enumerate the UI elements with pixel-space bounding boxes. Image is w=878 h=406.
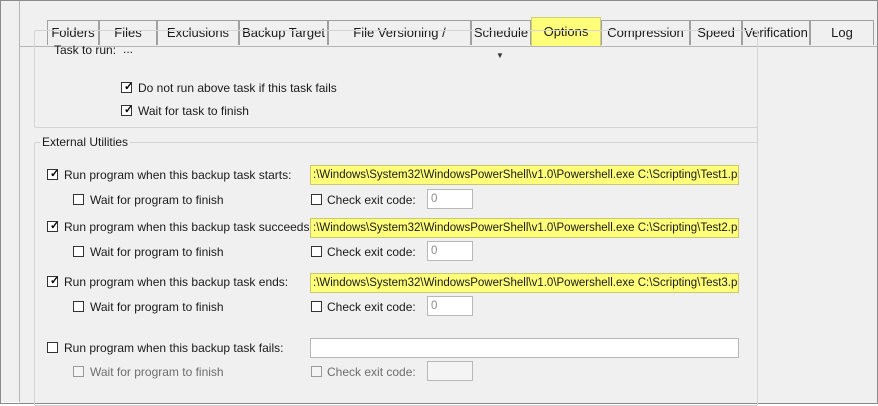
task-to-run-value[interactable]: ... [123,42,133,56]
run-on-success-label: Run program when this backup task succee… [64,220,313,234]
dont-run-above-label: Do not run above task if this task fails [138,81,337,95]
run-on-end-command-input[interactable]: :\Windows\System32\WindowsPowerShell\v1.… [310,273,739,293]
exit-code-on-fail-input[interactable] [427,361,473,381]
run-on-fail-command-input[interactable] [310,338,739,358]
run-on-start-checkbox[interactable]: ✓ [47,168,60,180]
run-on-fail-label: Run program when this backup task fails: [64,341,284,355]
exit-code-on-start-input[interactable]: 0 [427,189,473,209]
run-on-end-label: Run program when this backup task ends: [64,275,289,289]
exit-code-on-end-input[interactable]: 0 [427,296,473,316]
left-gutter [1,1,19,402]
exit-code-on-success-input[interactable]: 0 [427,241,473,261]
wait-for-task-checkbox[interactable]: ✓ [121,104,134,116]
run-on-success-command-input[interactable]: :\Windows\System32\WindowsPowerShell\v1.… [310,218,739,238]
checkmark-icon: ✓ [50,275,60,287]
wait-on-end-label: Wait for program to finish [90,300,224,314]
run-on-fail-checkbox[interactable] [47,342,58,353]
exit-code-on-start-checkbox[interactable] [311,194,322,205]
wait-on-fail-checkbox[interactable] [73,366,84,377]
checkmark-icon: ✓ [124,104,134,116]
run-on-success-checkbox[interactable]: ✓ [47,220,60,232]
checkmark-icon: ✓ [124,81,134,93]
exit-code-on-fail-label: Check exit code: [327,365,416,379]
wait-on-success-label: Wait for program to finish [90,245,224,259]
exit-code-on-start-label: Check exit code: [327,193,416,207]
wait-on-start-checkbox[interactable] [73,194,84,205]
checkmark-icon: ✓ [50,168,60,180]
tab-label: Log [831,25,853,40]
run-on-start-label: Run program when this backup task starts… [64,168,292,182]
wait-for-task-label: Wait for task to finish [138,104,249,118]
wait-on-end-checkbox[interactable] [73,301,84,312]
task-dropdown-arrow-icon[interactable]: ▼ [496,51,504,60]
exit-code-on-success-label: Check exit code: [327,245,416,259]
exit-code-on-end-checkbox[interactable] [311,301,322,312]
exit-code-on-fail-checkbox[interactable] [311,366,322,377]
run-on-end-checkbox[interactable]: ✓ [47,275,60,287]
external-utilities-title: External Utilities [40,135,131,149]
tab-log[interactable]: Log [810,20,874,45]
wait-on-start-label: Wait for program to finish [90,193,224,207]
exit-code-on-success-checkbox[interactable] [311,246,322,257]
run-on-start-command-input[interactable]: :\Windows\System32\WindowsPowerShell\v1.… [310,165,739,185]
wait-on-success-checkbox[interactable] [73,246,84,257]
checkmark-icon: ✓ [50,220,60,232]
dont-run-above-checkbox[interactable]: ✓ [121,81,134,93]
exit-code-on-end-label: Check exit code: [327,300,416,314]
task-to-run-label: Task to run: [54,43,117,57]
wait-on-fail-label: Wait for program to finish [90,365,224,379]
